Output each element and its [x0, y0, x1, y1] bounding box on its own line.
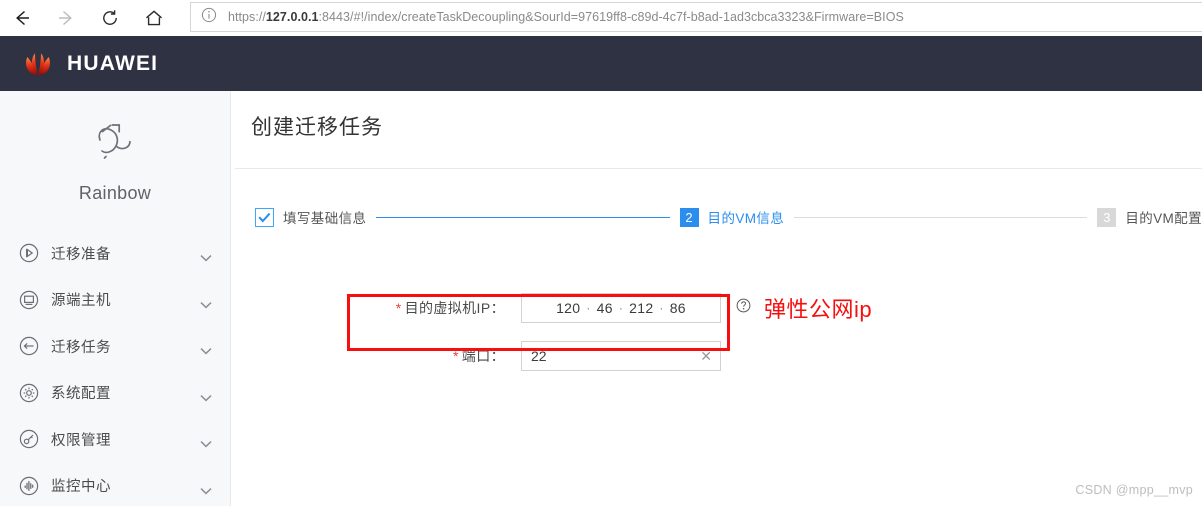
- form-row-port: *端口： 22 ✕: [231, 334, 1202, 378]
- arrow-left-circle-icon: [18, 335, 40, 357]
- sidebar-item-system-config[interactable]: 系统配置: [0, 370, 230, 417]
- wizard-steps: 填写基础信息 2 目的VM信息 3 目的VM配置: [255, 204, 1202, 230]
- product-brand[interactable]: Rainbow: [0, 91, 230, 204]
- ip-octet-2[interactable]: 46: [597, 300, 613, 316]
- wizard-step-label: 目的VM信息: [708, 207, 785, 227]
- pulse-circle-icon: [18, 475, 40, 497]
- port-input[interactable]: 22 ✕: [521, 341, 721, 371]
- home-icon: [143, 7, 165, 29]
- vm-info-form: *目的虚拟机IP： 120 · 46 · 212 · 86 弹性公网ip *端: [231, 286, 1202, 378]
- ip-octet-3[interactable]: 212: [629, 300, 653, 316]
- wizard-step-2[interactable]: 2 目的VM信息: [680, 207, 785, 227]
- target-ip-label-text: 目的虚拟机IP：: [405, 300, 505, 316]
- ip-octet-4[interactable]: 86: [670, 300, 686, 316]
- sidebar-item-label: 监控中心: [51, 475, 200, 496]
- sidebar-item-permission[interactable]: 权限管理: [0, 416, 230, 463]
- reload-icon: [100, 8, 120, 28]
- huawei-flower-logo: [20, 49, 56, 79]
- port-label: *端口：: [231, 346, 521, 366]
- annotation-label: 弹性公网ip: [764, 292, 872, 324]
- arrow-right-icon: [55, 7, 77, 29]
- url-scheme: https://: [228, 10, 266, 24]
- chevron-down-icon[interactable]: [200, 482, 212, 490]
- step-badge-check: [255, 208, 274, 227]
- ip-separator: ·: [659, 301, 663, 315]
- arrow-left-icon: [11, 7, 33, 29]
- url-path: :8443/#!/index/createTaskDecoupling&Sour…: [319, 10, 904, 24]
- main-content: 创建迁移任务 填写基础信息 2 目的VM信息 3 目的VM配置 *目的虚拟机IP…: [231, 91, 1202, 506]
- home-button[interactable]: [132, 1, 176, 35]
- required-star: *: [396, 300, 402, 316]
- play-circle-icon: [18, 242, 40, 264]
- form-row-target-ip: *目的虚拟机IP： 120 · 46 · 212 · 86 弹性公网ip: [231, 286, 1202, 330]
- monitor-circle-icon: [18, 289, 40, 311]
- target-ip-label: *目的虚拟机IP：: [231, 298, 521, 318]
- sidebar-nav: 迁移准备 源端主机: [0, 230, 230, 509]
- product-name: Rainbow: [79, 183, 151, 204]
- info-circle-icon[interactable]: [201, 7, 217, 28]
- clear-x-icon[interactable]: ✕: [700, 349, 712, 363]
- wizard-step-label: 目的VM配置: [1125, 207, 1202, 227]
- gear-circle-icon: [18, 382, 40, 404]
- step-badge-number: 3: [1097, 208, 1116, 227]
- app-header: HUAWEI: [0, 36, 1202, 91]
- question-circle-icon[interactable]: [736, 298, 751, 318]
- url-host: 127.0.0.1: [266, 10, 319, 24]
- chevron-down-icon[interactable]: [200, 435, 212, 443]
- chevron-down-icon[interactable]: [200, 249, 212, 257]
- sidebar-item-migration-task[interactable]: 迁移任务: [0, 323, 230, 370]
- forward-button[interactable]: [44, 1, 88, 35]
- sidebar-item-label: 权限管理: [51, 429, 200, 450]
- wizard-step-3[interactable]: 3 目的VM配置: [1097, 207, 1202, 227]
- sidebar-item-label: 系统配置: [51, 382, 200, 403]
- watermark: CSDN @mpp__mvp: [1075, 483, 1193, 497]
- wizard-step-label: 填写基础信息: [283, 207, 366, 227]
- rainbow-arrow-icon: [86, 113, 144, 171]
- huawei-wordmark: HUAWEI: [67, 52, 158, 76]
- chevron-down-icon[interactable]: [200, 296, 212, 304]
- back-button[interactable]: [0, 1, 44, 35]
- chevron-down-icon[interactable]: [200, 389, 212, 397]
- sidebar-item-label: 源端主机: [51, 289, 200, 310]
- chevron-down-icon[interactable]: [200, 342, 212, 350]
- browser-toolbar: https://127.0.0.1:8443/#!/index/createTa…: [0, 0, 1202, 35]
- step-connector-1: [376, 217, 669, 218]
- title-divider: [235, 168, 1202, 169]
- target-ip-input[interactable]: 120 · 46 · 212 · 86: [521, 293, 721, 323]
- sidebar-item-label: 迁移准备: [51, 243, 200, 264]
- url-text: https://127.0.0.1:8443/#!/index/createTa…: [228, 10, 904, 24]
- step-badge-number: 2: [680, 208, 699, 227]
- required-star: *: [453, 348, 459, 364]
- ip-separator: ·: [619, 301, 623, 315]
- wizard-step-1[interactable]: 填写基础信息: [255, 207, 366, 227]
- sidebar-item-migration-prep[interactable]: 迁移准备: [0, 230, 230, 277]
- ip-separator: ·: [586, 301, 590, 315]
- sidebar-item-label: 迁移任务: [51, 336, 200, 357]
- key-circle-icon: [18, 428, 40, 450]
- page-title: 创建迁移任务: [251, 111, 383, 141]
- sidebar-item-monitor-center[interactable]: 监控中心: [0, 463, 230, 509]
- ip-octet-1[interactable]: 120: [556, 300, 580, 316]
- sidebar: Rainbow 迁移准备: [0, 91, 231, 506]
- step-connector-2: [794, 217, 1087, 218]
- sidebar-item-source-host[interactable]: 源端主机: [0, 277, 230, 324]
- port-value[interactable]: 22: [531, 348, 547, 364]
- port-label-text: 端口：: [462, 348, 505, 364]
- huawei-logo[interactable]: HUAWEI: [20, 49, 158, 79]
- address-bar[interactable]: https://127.0.0.1:8443/#!/index/createTa…: [190, 2, 1202, 32]
- reload-button[interactable]: [88, 1, 132, 35]
